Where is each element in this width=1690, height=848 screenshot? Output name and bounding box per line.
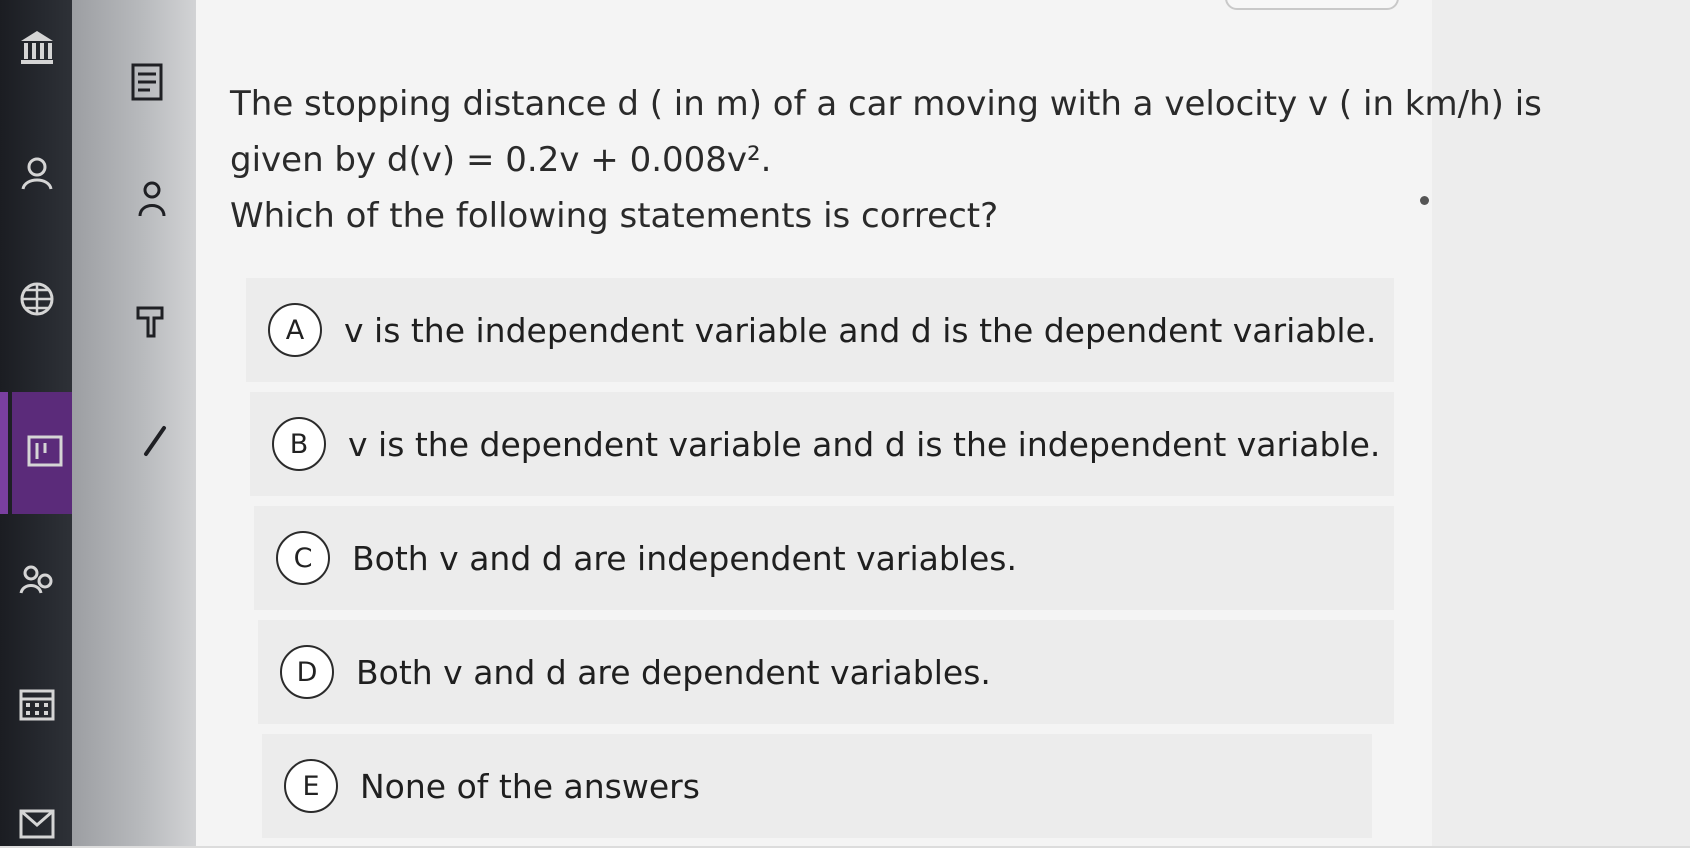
question-line-1: The stopping distance d ( in m) of a car…	[230, 84, 1542, 124]
globe-icon[interactable]	[14, 276, 60, 322]
pin-icon[interactable]	[128, 300, 172, 344]
people-icon[interactable]	[130, 178, 174, 222]
answer-option-a[interactable]: A v is the independent variable and d is…	[246, 278, 1394, 382]
stray-dot	[1420, 196, 1429, 205]
course-navigation-strip	[72, 0, 196, 846]
answer-option-b[interactable]: B v is the dependent variable and d is t…	[250, 392, 1394, 496]
question-line-2: given by d(v) = 0.2v + 0.008v².	[230, 140, 772, 180]
edit-icon[interactable]	[134, 418, 178, 462]
profile-icon[interactable]	[14, 150, 60, 196]
question-text: The stopping distance d ( in m) of a car…	[230, 76, 1542, 244]
answer-option-c[interactable]: C Both v and d are independent variables…	[254, 506, 1394, 610]
groups-icon[interactable]	[14, 556, 60, 602]
app-navigation-rail	[0, 0, 72, 846]
option-text: v is the independent variable and d is t…	[344, 310, 1377, 350]
right-margin	[1432, 0, 1690, 846]
option-text: Both v and d are independent variables.	[352, 538, 1017, 578]
institution-icon[interactable]	[14, 24, 60, 70]
course-nav-icon[interactable]	[22, 428, 68, 474]
calendar-grid-icon[interactable]	[14, 682, 60, 728]
answer-option-d[interactable]: D Both v and d are dependent variables.	[258, 620, 1394, 724]
answer-options: A v is the independent variable and d is…	[246, 278, 1394, 848]
option-letter-badge: D	[280, 645, 334, 699]
option-letter-badge: A	[268, 303, 322, 357]
top-pill-button[interactable]	[1225, 0, 1399, 10]
active-nav-indicator	[0, 392, 8, 514]
option-letter-badge: E	[284, 759, 338, 813]
option-text: v is the dependent variable and d is the…	[348, 424, 1381, 464]
answer-option-e[interactable]: E None of the answers	[262, 734, 1372, 838]
question-prompt: Which of the following statements is cor…	[230, 196, 999, 236]
option-letter-badge: B	[272, 417, 326, 471]
option-text: Both v and d are dependent variables.	[356, 652, 991, 692]
course-icon[interactable]	[126, 60, 170, 104]
inbox-icon[interactable]	[14, 800, 60, 846]
option-letter-badge: C	[276, 531, 330, 585]
option-text: None of the answers	[360, 766, 700, 806]
